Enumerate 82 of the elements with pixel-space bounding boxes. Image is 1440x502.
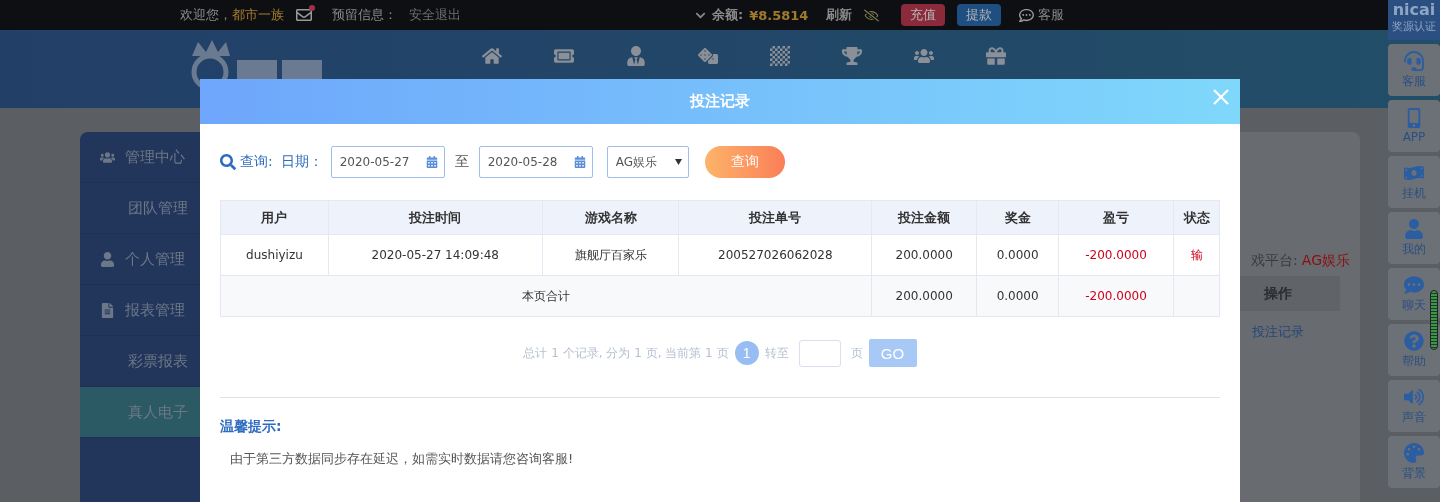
dock-button[interactable]: APP — [1388, 100, 1440, 152]
dialog-title: 投注记录 — [690, 92, 750, 111]
date-label: 日期： — [280, 153, 323, 171]
platform-value: AG娱乐 — [1301, 252, 1350, 270]
column-header: 投注金额 — [871, 200, 977, 235]
column-header: 盈亏 — [1058, 200, 1174, 235]
column-header: 状态 — [1173, 200, 1220, 235]
column-header: 游戏名称 — [542, 200, 679, 235]
nav-icon[interactable] — [554, 46, 574, 66]
calendar-icon — [573, 156, 586, 168]
query-label: 查询: — [240, 153, 273, 171]
dock-icon — [1404, 442, 1424, 463]
balance-label: 余额: — [712, 6, 744, 24]
refresh-link[interactable]: 刷新 — [826, 6, 853, 24]
username: 都市一族 — [232, 7, 284, 22]
table-cell: 200527026062028 — [678, 234, 872, 276]
table-cell: 200.0000 — [871, 275, 977, 317]
dock-icon — [1404, 218, 1424, 239]
pagination-summary: 总计 1 个记录, 分为 1 页, 当前第 1 页 — [523, 344, 729, 362]
table-cell: 旗舰厅百家乐 — [542, 234, 679, 276]
welcome-text: 欢迎您，都市一族 — [180, 6, 284, 24]
table-cell: 输 — [1173, 234, 1220, 276]
nav-icon[interactable] — [986, 46, 1006, 66]
table-cell: dushiyizu — [220, 234, 329, 276]
calendar-icon — [425, 156, 438, 168]
dock-icon — [1404, 330, 1424, 351]
column-header: 奖金 — [976, 200, 1059, 235]
eye-slash-icon[interactable] — [864, 7, 880, 23]
dock-icon — [1404, 274, 1424, 295]
dock-icon — [1404, 50, 1424, 71]
search-icon — [220, 154, 236, 170]
nav-icon[interactable] — [698, 46, 718, 66]
table-cell: -200.0000 — [1058, 275, 1174, 317]
logout-link[interactable]: 安全退出 — [409, 6, 461, 24]
reserved-info-label: 预留信息： — [332, 6, 397, 24]
table-cell: 本页合计 — [220, 275, 872, 317]
column-header: 投注时间 — [328, 200, 543, 235]
bet-record-link[interactable]: 投注记录 — [1251, 323, 1304, 341]
page-button[interactable]: 1 — [734, 341, 759, 365]
brand-logo: nicai 奖源认证 — [1388, 0, 1440, 40]
dock-button[interactable]: 背景 — [1388, 436, 1440, 488]
notice-text: 由于第三方数据同步存在延迟，如需实时数据请您咨询客服! — [230, 450, 575, 468]
nav-icon[interactable] — [842, 46, 862, 66]
nav-icon[interactable] — [914, 46, 934, 66]
nav-icon[interactable] — [482, 46, 502, 66]
nav-icon[interactable] — [770, 46, 790, 66]
sidebar-icon — [100, 302, 115, 318]
table-cell: 0.0000 — [976, 234, 1059, 276]
column-header: 投注单号 — [678, 200, 872, 235]
dock-button[interactable]: 我的 — [1388, 212, 1440, 264]
table-cell: 200.0000 — [871, 234, 977, 276]
sidebar-icon — [100, 251, 115, 267]
dock-icon — [1404, 386, 1424, 407]
start-date-field[interactable]: 2020-05-27 — [330, 146, 445, 178]
table-cell: 0.0000 — [976, 275, 1059, 317]
goto-label: 转至 — [764, 344, 789, 362]
to-label: 至 — [454, 153, 469, 171]
column-header: 用户 — [220, 200, 329, 235]
page-unit-label: 页 — [850, 344, 863, 362]
dock-button[interactable]: 聊天 — [1388, 268, 1440, 320]
platform-select[interactable]: AG娱乐 — [606, 146, 689, 178]
service-link[interactable]: 客服 — [1038, 6, 1065, 24]
page-input[interactable] — [798, 339, 841, 367]
caret-icon — [674, 159, 682, 165]
mail-icon[interactable] — [296, 7, 312, 23]
dock-button[interactable]: 挂机 — [1388, 156, 1440, 208]
sidebar-icon — [100, 149, 115, 165]
table-cell: 2020-05-27 14:09:48 — [328, 234, 543, 276]
balance-amount: ¥8.5814 — [749, 7, 809, 23]
nav-icon[interactable] — [626, 46, 646, 66]
close-icon[interactable] — [1212, 88, 1230, 106]
search-button[interactable]: 查询 — [704, 146, 785, 178]
end-date-field[interactable]: 2020-05-28 — [478, 146, 593, 178]
deposit-button[interactable]: 充值 — [901, 4, 946, 26]
chat-icon[interactable] — [1019, 7, 1035, 23]
table-cell: -200.0000 — [1058, 234, 1174, 276]
dock-button[interactable]: 客服 — [1388, 44, 1440, 96]
withdraw-button[interactable]: 提款 — [957, 4, 1002, 26]
dock-button[interactable]: 声音 — [1388, 380, 1440, 432]
scroll-indicator — [1430, 290, 1438, 350]
go-button[interactable]: GO — [868, 339, 917, 367]
dock-button[interactable]: 帮助 — [1388, 324, 1440, 376]
